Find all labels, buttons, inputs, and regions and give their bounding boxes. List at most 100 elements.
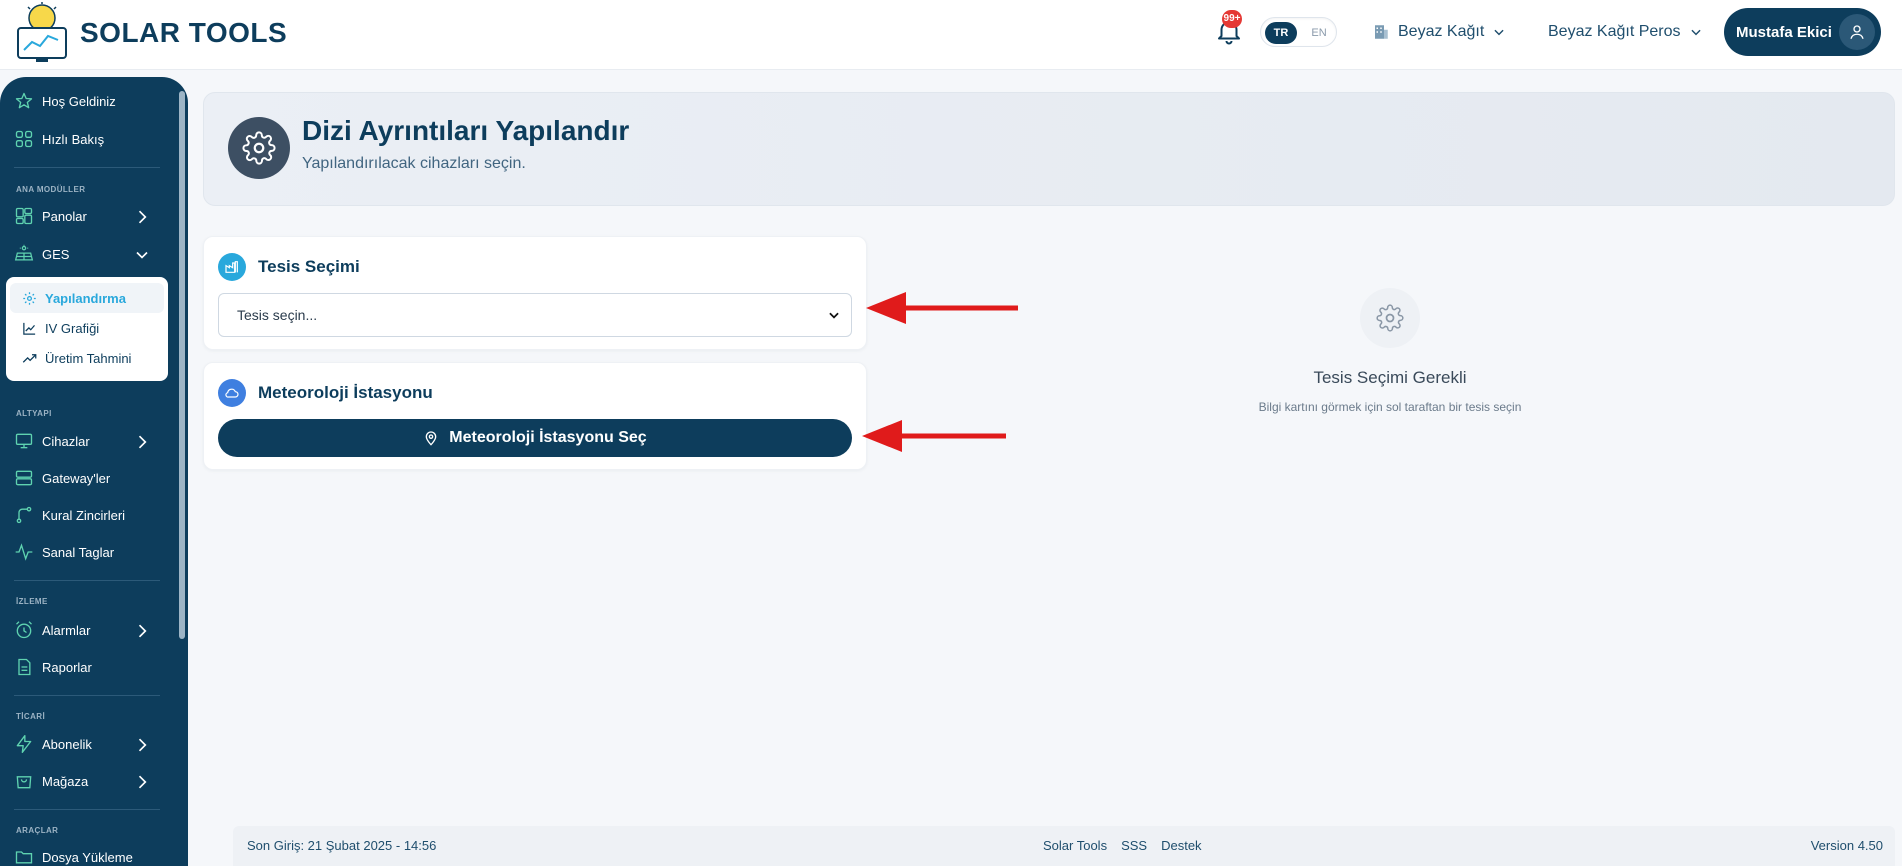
sidebar-item-label: Kural Zincirleri — [42, 507, 126, 523]
sidebar-item-label: Gateway'ler — [42, 470, 111, 486]
pulse-icon — [15, 543, 33, 561]
facility-select-value: Tesis seçin... — [237, 307, 318, 323]
solar-panel-icon — [14, 244, 34, 261]
report-icon — [18, 658, 31, 676]
sidebar-item-label: Dosya Yükleme — [42, 849, 133, 865]
page-subtitle: Yapılandırılacak cihazları seçin. — [302, 155, 526, 172]
cloud-icon — [218, 379, 246, 407]
footer-link-faq[interactable]: SSS — [1121, 838, 1147, 853]
facility-group-select[interactable]: Beyaz Kağıt Peros — [1548, 18, 1703, 46]
chevron-right-icon — [138, 210, 147, 224]
organization-name: Beyaz Kağıt — [1398, 23, 1485, 40]
sidebar-item-iv-chart[interactable]: IV Grafiği — [22, 317, 99, 339]
weather-card-title: Meteoroloji İstasyonu — [258, 383, 433, 402]
facility-card-header: Tesis Seçimi — [218, 253, 360, 281]
dashboard-icon — [15, 207, 33, 225]
section-main-modules: ANA MODÜLLER — [16, 185, 86, 194]
sidebar-subitem-label: IV Grafiği — [45, 320, 100, 336]
section-commercial: TİCARİ — [16, 712, 46, 721]
sidebar-item-label: Panolar — [42, 208, 87, 224]
chevron-down-icon — [829, 312, 839, 319]
sidebar-item-label: Hızlı Bakış — [42, 131, 105, 147]
section-monitoring: İZLEME — [16, 597, 48, 606]
sidebar-item-gateways[interactable]: Gateway'ler — [14, 466, 164, 490]
empty-state-panel: Tesis Seçimi Gerekli Bilgi kartını görme… — [1230, 288, 1550, 414]
sidebar-item-store[interactable]: Mağaza — [14, 769, 164, 793]
page-header-banner: Dizi Ayrıntıları Yapılandır Yapılandırıl… — [203, 92, 1895, 206]
factory-icon — [218, 253, 246, 281]
sidebar-scrollbar[interactable] — [179, 91, 185, 639]
annotation-arrow — [866, 292, 1018, 324]
sidebar: Hoş Geldiniz Hızlı Bakış ANA MODÜLLER Pa… — [0, 77, 188, 866]
sidebar-item-overview[interactable]: Hızlı Bakış — [14, 127, 164, 151]
solar-logo-icon — [17, 2, 67, 62]
sidebar-item-label: Abonelik — [42, 736, 92, 752]
gear-icon — [1376, 304, 1404, 332]
facility-select[interactable]: Tesis seçin... — [218, 293, 852, 337]
sidebar-item-label: Cihazlar — [42, 433, 90, 449]
bolt-icon — [16, 735, 32, 753]
server-icon — [15, 470, 33, 486]
user-icon — [1850, 25, 1864, 39]
sidebar-item-file-upload[interactable]: Dosya Yükleme — [14, 845, 164, 866]
sidebar-item-virtual-tags[interactable]: Sanal Taglar — [14, 540, 164, 564]
footer-link-solar-tools[interactable]: Solar Tools — [1043, 838, 1107, 853]
monitor-icon — [15, 433, 33, 449]
map-pin-icon — [425, 431, 437, 446]
select-weather-station-label: Meteoroloji İstasyonu Seç — [449, 429, 647, 446]
sidebar-item-production-forecast[interactable]: Üretim Tahmini — [22, 347, 131, 369]
sidebar-subitem-label: Üretim Tahmini — [45, 350, 132, 366]
weather-station-card: Meteoroloji İstasyonu Meteoroloji İstasy… — [203, 362, 867, 470]
annotation-arrow — [862, 420, 1006, 452]
sidebar-item-label: Hoş Geldiniz — [42, 93, 116, 109]
chart-line-icon — [23, 322, 36, 335]
select-weather-station-button[interactable]: Meteoroloji İstasyonu Seç — [218, 419, 852, 457]
chevron-right-icon — [138, 435, 147, 449]
lang-en-option[interactable]: EN — [1305, 22, 1333, 44]
brand-logo[interactable]: SOLAR TOOLS — [14, 2, 287, 64]
notification-badge: 99+ — [1222, 10, 1242, 28]
chevron-right-icon — [138, 624, 147, 638]
avatar — [1839, 14, 1875, 50]
sidebar-item-ges[interactable]: GES — [14, 242, 164, 266]
chevron-right-icon — [138, 738, 147, 752]
sidebar-item-alarms[interactable]: Alarmlar — [14, 618, 164, 642]
sidebar-item-label: Raporlar — [42, 659, 92, 675]
sidebar-divider — [14, 167, 160, 168]
sidebar-item-welcome[interactable]: Hoş Geldiniz — [14, 89, 164, 113]
language-toggle[interactable]: TR EN — [1260, 17, 1337, 47]
user-menu-button[interactable]: Mustafa Ekici — [1724, 8, 1881, 56]
sidebar-divider — [14, 809, 160, 810]
brand-name: SOLAR TOOLS — [80, 17, 288, 48]
page-footer: Son Giriş: 21 Şubat 2025 - 14:56 Solar T… — [233, 826, 1895, 866]
last-login-text: Son Giriş: 21 Şubat 2025 - 14:56 — [247, 838, 437, 853]
sidebar-item-devices[interactable]: Cihazlar — [14, 429, 164, 453]
sidebar-item-subscription[interactable]: Abonelik — [14, 732, 164, 756]
store-icon — [16, 776, 32, 789]
lang-tr-option[interactable]: TR — [1265, 22, 1297, 44]
sidebar-divider — [14, 580, 160, 581]
facility-card-title: Tesis Seçimi — [258, 257, 360, 276]
empty-state-title: Tesis Seçimi Gerekli — [1313, 368, 1467, 387]
sidebar-item-label: GES — [42, 246, 70, 262]
sidebar-item-configuration[interactable]: Yapılandırma — [22, 287, 126, 309]
footer-links: Solar Tools SSS Destek — [1043, 838, 1202, 853]
organization-select[interactable]: Beyaz Kağıt — [1372, 18, 1506, 46]
top-header: SOLAR TOOLS 99+ TR EN Beyaz Kağıt Beyaz … — [0, 0, 1902, 70]
sidebar-item-label: Mağaza — [42, 773, 89, 789]
facility-group-name: Beyaz Kağıt Peros — [1548, 23, 1681, 40]
alarm-icon — [16, 621, 32, 639]
sidebar-item-label: Alarmlar — [42, 622, 91, 638]
section-infrastructure: ALTYAPI — [16, 409, 52, 418]
building-icon — [1375, 25, 1388, 39]
user-name: Mustafa Ekici — [1736, 23, 1832, 41]
trend-icon — [22, 353, 37, 363]
gear-icon — [242, 131, 276, 165]
empty-state-description: Bilgi kartını görmek için sol taraftan b… — [1258, 400, 1522, 414]
footer-link-support[interactable]: Destek — [1161, 838, 1201, 853]
branch-icon — [16, 506, 32, 524]
sidebar-item-dashboards[interactable]: Panolar — [14, 204, 164, 228]
sidebar-item-reports[interactable]: Raporlar — [14, 655, 164, 679]
chevron-down-icon — [1494, 29, 1504, 36]
sidebar-item-rule-chains[interactable]: Kural Zincirleri — [14, 503, 164, 527]
